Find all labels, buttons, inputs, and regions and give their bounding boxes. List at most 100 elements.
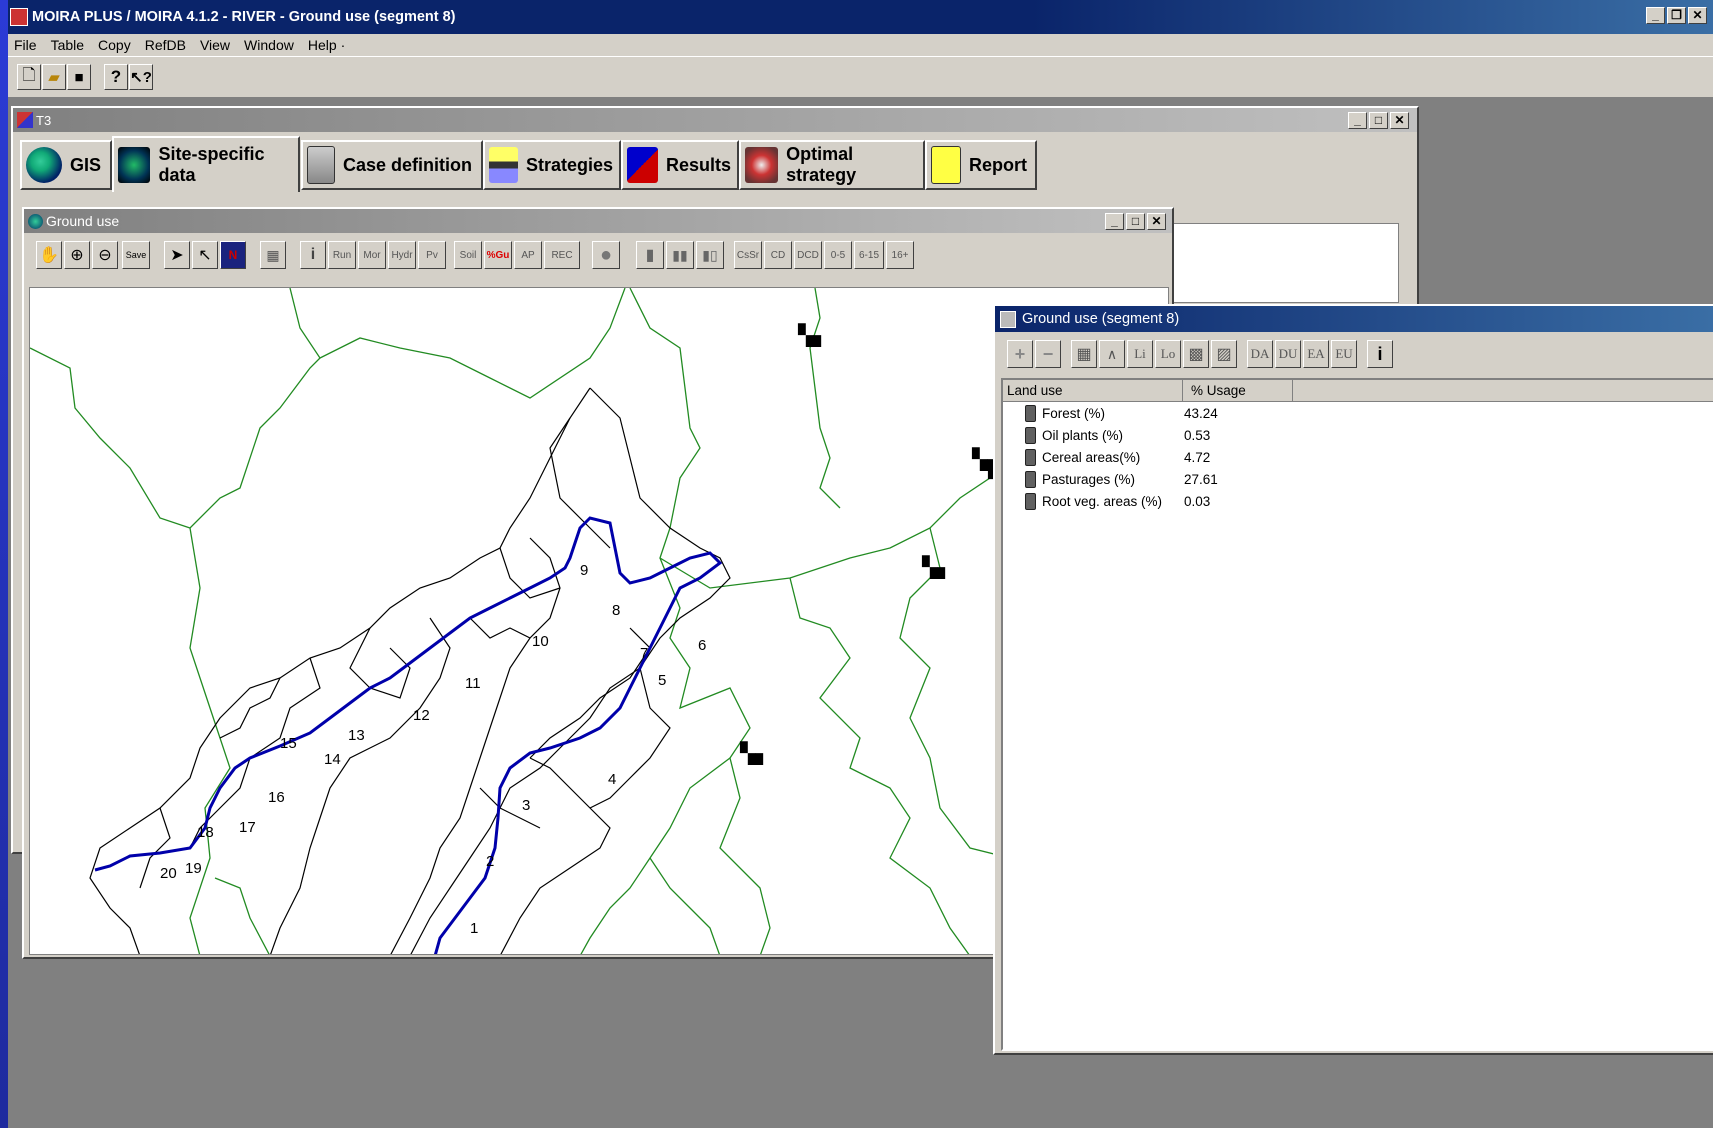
menu-refdb[interactable]: RefDB (139, 37, 194, 53)
tool-ea[interactable]: EA (1303, 340, 1329, 368)
table-header: Land use % Usage (1003, 380, 1713, 402)
map-window-title: Ground use (46, 213, 120, 229)
log-scale-button[interactable]: Lo (1155, 340, 1181, 368)
grid-icon[interactable]: ▦ (1071, 340, 1097, 368)
tool-dcd[interactable]: DCD (794, 241, 822, 269)
tab-gis[interactable]: GIS (20, 140, 112, 190)
grid-toggle-icon[interactable]: ▩ (1183, 340, 1209, 368)
map-minimize-button[interactable]: _ (1105, 213, 1124, 230)
column-header-usage[interactable]: % Usage (1183, 380, 1293, 401)
tool-da[interactable]: DA (1247, 340, 1273, 368)
t3-close-button[interactable]: ✕ (1390, 112, 1409, 129)
table-row[interactable]: Oil plants (%) 0.53 (1003, 424, 1713, 446)
tool-ap[interactable]: AP (514, 241, 542, 269)
zoom-in-icon[interactable]: ⊕ (64, 241, 90, 269)
tool-run[interactable]: Run (328, 241, 356, 269)
new-file-icon[interactable]: 🗋 (17, 64, 41, 90)
country-borders (30, 288, 1031, 954)
tool-ground-use[interactable]: %Gu (484, 241, 512, 269)
minimize-button[interactable]: _ (1646, 7, 1665, 24)
menu-file[interactable]: File (8, 37, 45, 53)
tab-site-specific-data[interactable]: Site-specific data (112, 136, 300, 192)
bar-tool-icon-2[interactable]: ▮▮ (666, 241, 694, 269)
close-button[interactable]: ✕ (1688, 7, 1707, 24)
save-disk-icon[interactable]: ■ (67, 64, 91, 90)
app-title: MOIRA PLUS / MOIRA 4.1.2 - RIVER - Groun… (32, 9, 456, 25)
column-header-land-use[interactable]: Land use (1003, 380, 1183, 401)
context-help-icon[interactable]: ↖? (129, 64, 153, 90)
menu-window[interactable]: Window (238, 37, 302, 53)
t3-maximize-button[interactable]: □ (1369, 112, 1388, 129)
strategy-icon (489, 147, 518, 183)
open-folder-icon[interactable]: ▰ (42, 64, 66, 90)
background-panel (1173, 223, 1399, 303)
power-plant-icon: ▚▖ (739, 741, 771, 765)
remove-row-button[interactable]: − (1035, 340, 1061, 368)
tab-optimal-strategy[interactable]: Optimal strategy (739, 140, 925, 190)
grid-clear-icon[interactable]: ▨ (1211, 340, 1237, 368)
land-use-cell: Cereal areas(%) (1042, 449, 1141, 465)
tool-du[interactable]: DU (1275, 340, 1301, 368)
segment-label-5: 5 (658, 672, 666, 689)
menu-view[interactable]: View (194, 37, 238, 53)
info-button[interactable]: i (1367, 340, 1393, 368)
help-icon[interactable]: ? (104, 64, 128, 90)
data-titlebar: Ground use (segment 8) (995, 306, 1713, 332)
table-row[interactable]: Pasturages (%) 27.61 (1003, 468, 1713, 490)
zoom-out-icon[interactable]: ⊖ (92, 241, 118, 269)
land-use-cell: Forest (%) (1042, 405, 1106, 421)
segment-label-1: 1 (470, 920, 478, 937)
tool-rec[interactable]: REC (544, 241, 580, 269)
info-icon[interactable]: i (300, 241, 326, 269)
grid-layer-icon[interactable]: ▦ (260, 241, 286, 269)
table-row[interactable]: Cereal areas(%) 4.72 (1003, 446, 1713, 468)
table-body: Forest (%) 43.24 Oil plants (%) 0.53 Cer… (1003, 402, 1713, 512)
save-map-button[interactable]: Save (122, 241, 150, 269)
t3-minimize-button[interactable]: _ (1348, 112, 1367, 129)
tool-soil[interactable]: Soil (454, 241, 482, 269)
map-close-button[interactable]: ✕ (1147, 213, 1166, 230)
map-maximize-button[interactable]: □ (1126, 213, 1145, 230)
usage-cell: 27.61 (1184, 471, 1218, 487)
bar-tool-icon-3[interactable]: ▮▯ (696, 241, 724, 269)
select-arrow-icon[interactable]: ➤ (164, 241, 190, 269)
land-use-cell: Root veg. areas (%) (1042, 493, 1163, 509)
restore-button[interactable]: ❐ (1667, 7, 1686, 24)
tool-hydr[interactable]: Hydr (388, 241, 416, 269)
data-window-icon (1000, 310, 1016, 328)
tool-pv[interactable]: Pv (418, 241, 446, 269)
tool-age-16-plus[interactable]: 16+ (886, 241, 914, 269)
tool-eu[interactable]: EU (1331, 340, 1357, 368)
table-row[interactable]: Root veg. areas (%) 0.03 (1003, 490, 1713, 512)
tab-strategies[interactable]: Strategies (483, 140, 621, 190)
cabinet-icon (307, 146, 335, 184)
menu-extra: · (340, 37, 346, 53)
table-row[interactable]: Forest (%) 43.24 (1003, 402, 1713, 424)
north-arrow-icon[interactable]: N (220, 241, 246, 269)
tool-age-0-5[interactable]: 0-5 (824, 241, 852, 269)
circle-tool-icon[interactable]: ● (592, 241, 620, 269)
river-line (94, 516, 723, 954)
tool-age-6-15[interactable]: 6-15 (854, 241, 884, 269)
tab-case-definition[interactable]: Case definition (301, 140, 483, 190)
bar-tool-icon-1[interactable]: ▮ (636, 241, 664, 269)
menu-table[interactable]: Table (45, 37, 92, 53)
tab-results[interactable]: Results (621, 140, 739, 190)
row-icon (1025, 448, 1036, 466)
pan-hand-icon[interactable]: ✋ (36, 241, 62, 269)
select-up-arrow-icon[interactable]: ↖ (192, 241, 218, 269)
linear-scale-button[interactable]: Li (1127, 340, 1153, 368)
data-window: Ground use (segment 8) + − ▦ ∧ Li Lo ▩ ▨… (993, 304, 1713, 1055)
chart-line-icon[interactable]: ∧ (1099, 340, 1125, 368)
add-row-button[interactable]: + (1007, 340, 1033, 368)
tool-cd[interactable]: CD (764, 241, 792, 269)
menu-copy[interactable]: Copy (92, 37, 139, 53)
results-icon (627, 147, 658, 183)
segment-label-19: 19 (185, 860, 202, 877)
row-icon (1025, 426, 1036, 444)
tab-report[interactable]: Report (925, 140, 1037, 190)
tool-mor[interactable]: Mor (358, 241, 386, 269)
world-map-icon (118, 147, 151, 183)
tool-cssr[interactable]: CsSr (734, 241, 762, 269)
segment-label-8: 8 (612, 602, 620, 619)
